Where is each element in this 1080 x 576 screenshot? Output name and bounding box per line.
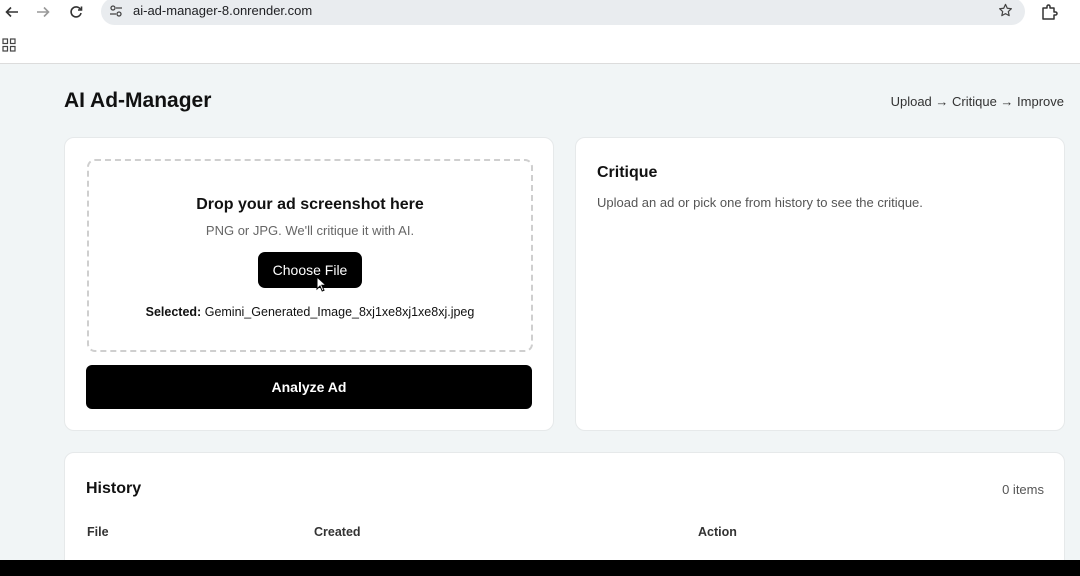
address-bar[interactable]: ai-ad-manager-8.onrender.com bbox=[101, 0, 1025, 25]
page-title: AI Ad-Manager bbox=[64, 89, 212, 112]
url-text[interactable]: ai-ad-manager-8.onrender.com bbox=[133, 3, 312, 18]
column-header-action: Action bbox=[698, 525, 737, 539]
dropzone-title: Drop your ad screenshot here bbox=[196, 196, 424, 213]
reload-icon[interactable] bbox=[66, 3, 86, 21]
critique-title: Critique bbox=[597, 164, 658, 181]
history-count: 0 items bbox=[1002, 482, 1044, 497]
critique-hint: Upload an ad or pick one from history to… bbox=[597, 195, 923, 210]
selected-label: Selected: bbox=[145, 305, 202, 319]
upload-card: Drop your ad screenshot here PNG or JPG.… bbox=[64, 137, 554, 431]
analyze-ad-button[interactable]: Analyze Ad bbox=[86, 365, 532, 409]
selected-filename: Gemini_Generated_Image_8xj1xe8xj1xe8xj.j… bbox=[204, 305, 475, 319]
column-header-created: Created bbox=[314, 525, 361, 539]
column-header-file: File bbox=[87, 525, 109, 539]
history-title: History bbox=[86, 480, 142, 497]
apps-grid-icon[interactable] bbox=[2, 38, 16, 57]
star-icon[interactable] bbox=[998, 3, 1013, 23]
page: AI Ad-Manager Upload → Critique → Improv… bbox=[0, 64, 1080, 560]
extensions-icon[interactable] bbox=[1041, 4, 1059, 25]
forward-icon[interactable] bbox=[33, 3, 53, 21]
browser-toolbar: ai-ad-manager-8.onrender.com bbox=[0, 0, 1080, 25]
choose-file-button[interactable]: Choose File bbox=[258, 252, 362, 288]
site-info-icon[interactable] bbox=[109, 4, 123, 23]
selected-file-line: Selected: Gemini_Generated_Image_8xj1xe8… bbox=[89, 305, 531, 319]
back-icon[interactable] bbox=[2, 3, 22, 21]
bookmarks-bar bbox=[0, 25, 1080, 64]
workflow-steps: Upload → Critique → Improve bbox=[890, 94, 1064, 109]
dropzone[interactable]: Drop your ad screenshot here PNG or JPG.… bbox=[87, 159, 533, 352]
mouse-cursor-icon bbox=[316, 275, 328, 297]
critique-card: Critique Upload an ad or pick one from h… bbox=[575, 137, 1065, 431]
dropzone-subtitle: PNG or JPG. We'll critique it with AI. bbox=[205, 223, 415, 238]
history-card: History 0 items File Created Action bbox=[64, 452, 1065, 560]
